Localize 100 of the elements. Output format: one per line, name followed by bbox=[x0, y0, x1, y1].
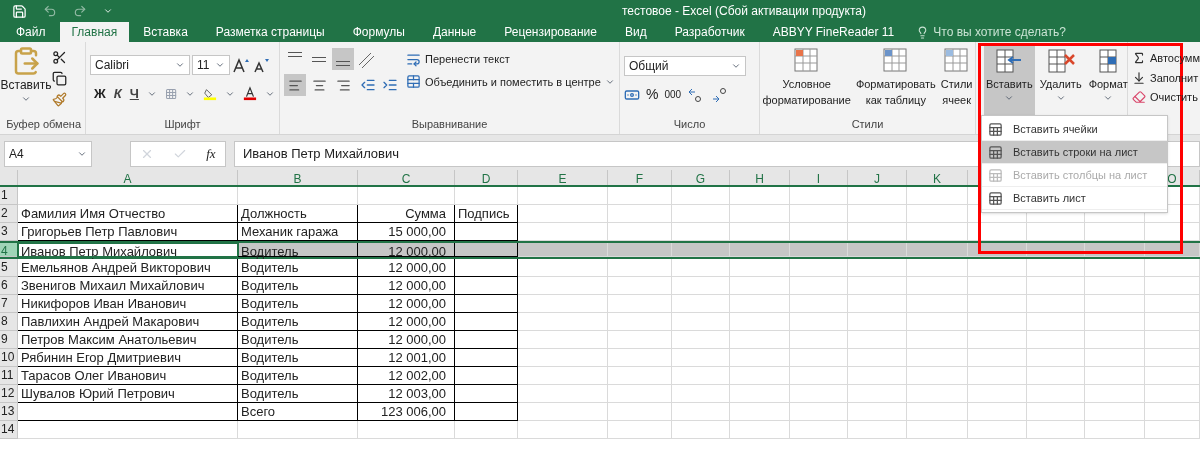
table-cell bbox=[1085, 331, 1145, 349]
column-header[interactable]: J bbox=[848, 170, 907, 185]
ribbon-tab[interactable]: Вид bbox=[610, 22, 661, 42]
table-cell bbox=[608, 259, 672, 277]
font-size-field[interactable]: 11 bbox=[192, 55, 230, 75]
table-cell bbox=[730, 367, 790, 385]
ribbon-tab[interactable]: Разметка страницы bbox=[201, 22, 339, 42]
table-cell bbox=[672, 403, 730, 421]
row-header[interactable]: 4 bbox=[0, 243, 18, 257]
cells-button[interactable]: Удалить bbox=[1037, 46, 1084, 116]
table-cell bbox=[907, 205, 968, 223]
row-header[interactable]: 1 bbox=[0, 187, 18, 205]
thousands-button[interactable]: 000 bbox=[664, 87, 682, 102]
font-color-icon[interactable] bbox=[243, 85, 257, 102]
row-header[interactable]: 9 bbox=[0, 331, 18, 349]
menu-item[interactable]: Вставить лист bbox=[982, 187, 1167, 210]
table-cell bbox=[968, 367, 1027, 385]
font-name-field[interactable]: Calibri bbox=[90, 55, 190, 75]
table-cell bbox=[730, 313, 790, 331]
row-header[interactable]: 10 bbox=[0, 349, 18, 367]
name-box[interactable]: A4 bbox=[4, 140, 92, 167]
italic-button[interactable]: К bbox=[113, 84, 122, 104]
ribbon-tab[interactable]: Главная bbox=[59, 22, 130, 42]
insert-function-button[interactable]: fx bbox=[206, 143, 216, 164]
table-cell bbox=[907, 403, 968, 421]
increase-indent-icon[interactable] bbox=[382, 77, 398, 93]
underline-button[interactable]: Ч bbox=[129, 84, 139, 104]
wrap-text-button[interactable]: Перенести текст bbox=[406, 51, 510, 68]
table-cell bbox=[1145, 259, 1200, 277]
row-header[interactable]: 14 bbox=[0, 421, 18, 439]
style-button[interactable]: Стили ячеек bbox=[940, 46, 973, 108]
row-header[interactable]: 11 bbox=[0, 367, 18, 385]
table-cell bbox=[455, 243, 518, 257]
column-header[interactable]: E bbox=[518, 170, 608, 185]
save-icon[interactable] bbox=[12, 3, 27, 19]
column-header[interactable]: C bbox=[358, 170, 455, 185]
ribbon-tab[interactable]: Разработчик bbox=[660, 22, 759, 42]
eraser-icon bbox=[1132, 90, 1146, 105]
row-header[interactable]: 2 bbox=[0, 205, 18, 223]
cut-icon[interactable] bbox=[52, 50, 67, 65]
column-header[interactable]: D bbox=[455, 170, 518, 185]
horizontal-align-button[interactable] bbox=[284, 74, 306, 96]
number-format-field[interactable]: Общий bbox=[624, 56, 746, 76]
font-name-value: Calibri bbox=[95, 57, 129, 74]
table-cell: Водитель bbox=[238, 349, 358, 367]
row-header[interactable]: 8 bbox=[0, 313, 18, 331]
column-header[interactable]: A bbox=[18, 170, 238, 185]
table-cell bbox=[455, 367, 518, 385]
table-cell bbox=[608, 421, 672, 439]
bold-button[interactable]: Ж bbox=[94, 84, 106, 104]
menu-item[interactable]: Вставить строки на лист bbox=[982, 141, 1167, 164]
merge-center-button[interactable]: Объединить и поместить в центре bbox=[406, 73, 615, 90]
row-header[interactable]: 7 bbox=[0, 295, 18, 313]
row-header[interactable]: 5 bbox=[0, 259, 18, 277]
style-button[interactable]: Форматировать как таблицу bbox=[855, 46, 936, 108]
ribbon-tab[interactable]: ABBYY FineReader 11 bbox=[758, 22, 909, 42]
copy-icon[interactable] bbox=[52, 71, 67, 86]
cells-button[interactable]: Вставить bbox=[984, 46, 1035, 116]
vertical-align-button[interactable] bbox=[332, 48, 354, 70]
table-cell bbox=[1085, 277, 1145, 295]
table-cell bbox=[608, 331, 672, 349]
table-cell bbox=[1085, 243, 1145, 257]
column-header[interactable]: H bbox=[730, 170, 790, 185]
column-header[interactable]: F bbox=[608, 170, 672, 185]
row-header[interactable]: 3 bbox=[0, 223, 18, 241]
format-painter-icon[interactable] bbox=[52, 92, 67, 107]
row-header[interactable]: 13 bbox=[0, 403, 18, 421]
row-header[interactable]: 6 bbox=[0, 277, 18, 295]
cell-reference: A4 bbox=[9, 145, 24, 163]
ribbon-tab[interactable]: Рецензирование bbox=[490, 22, 611, 42]
window-title: тестовое - Excel (Сбой активации продукта) bbox=[621, 3, 867, 20]
ribbon-tab[interactable]: Файл bbox=[2, 22, 60, 42]
table-cell bbox=[1027, 243, 1085, 257]
column-header[interactable]: K bbox=[907, 170, 968, 185]
cells-button[interactable]: Формат bbox=[1086, 46, 1130, 116]
percent-button[interactable]: % bbox=[646, 84, 659, 105]
table-cell bbox=[455, 259, 518, 277]
group-label: Буфер обмена bbox=[6, 116, 81, 132]
ribbon-tab[interactable]: Вставка bbox=[129, 22, 202, 42]
row-header[interactable]: 12 bbox=[0, 385, 18, 403]
table-cell bbox=[730, 349, 790, 367]
table-cell: Водитель bbox=[238, 313, 358, 331]
font-shrink-icon[interactable] bbox=[252, 57, 270, 73]
table-cell bbox=[672, 243, 730, 257]
style-button[interactable]: Условное форматирование bbox=[762, 46, 851, 108]
table-cell: Водитель bbox=[238, 277, 358, 295]
decrease-indent-icon[interactable] bbox=[360, 77, 376, 93]
group-label: Выравнивание bbox=[410, 116, 489, 132]
table-cell bbox=[968, 259, 1027, 277]
table-cell bbox=[1145, 277, 1200, 295]
tell-me-field[interactable]: Что вы хотите сделать? bbox=[916, 22, 1066, 42]
table-cell bbox=[455, 313, 518, 331]
table-cell bbox=[907, 295, 968, 313]
column-header[interactable]: I bbox=[790, 170, 848, 185]
ribbon-tab[interactable]: Формулы bbox=[338, 22, 419, 42]
customize-icon[interactable] bbox=[103, 6, 113, 16]
column-header[interactable]: G bbox=[672, 170, 730, 185]
font-grow-icon[interactable] bbox=[232, 57, 250, 73]
ribbon-tab[interactable]: Данные bbox=[418, 22, 491, 42]
column-header[interactable]: B bbox=[238, 170, 358, 185]
